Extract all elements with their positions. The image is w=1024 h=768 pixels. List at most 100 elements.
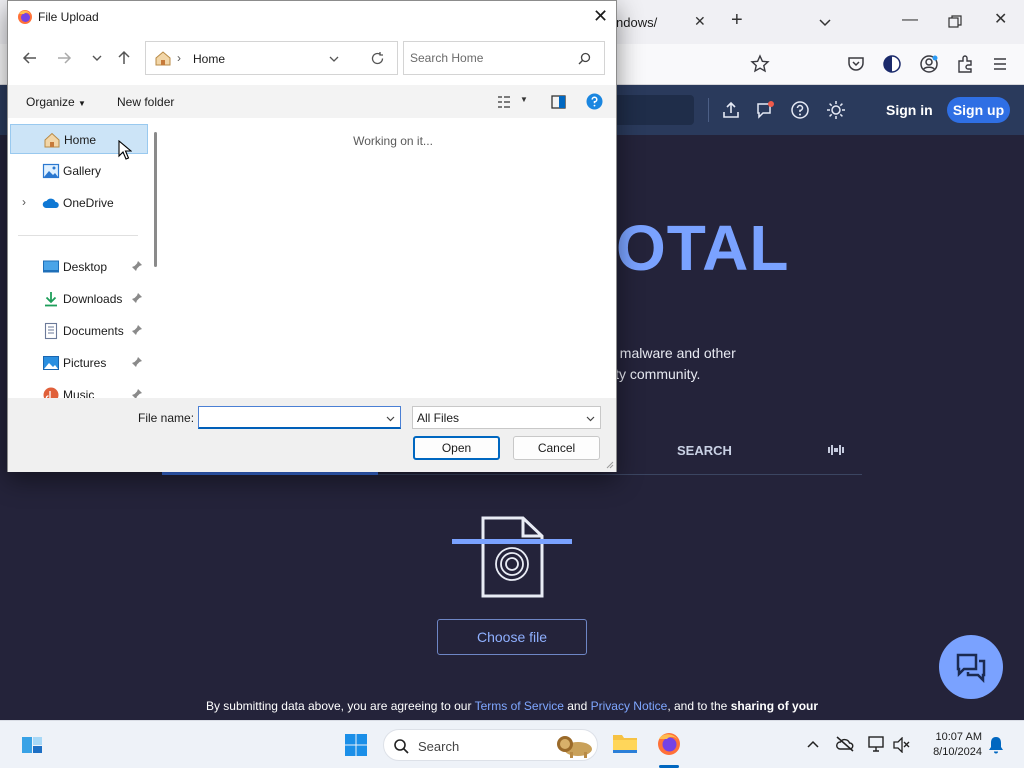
taskbar-search[interactable]: Search	[383, 729, 598, 761]
brand-logo-text: OTAL	[616, 212, 790, 284]
chat-support-button[interactable]	[939, 635, 1003, 699]
address-bar[interactable]: › Home	[145, 41, 398, 75]
back-arrow-icon[interactable]	[21, 49, 39, 67]
firefox-taskbar-icon[interactable]	[656, 731, 682, 757]
nav-item-pictures[interactable]: Pictures	[10, 348, 148, 378]
organize-menu[interactable]: Organize ▼	[26, 95, 86, 109]
nav-item-downloads[interactable]: Downloads	[10, 284, 148, 314]
search-icon	[394, 739, 409, 754]
command-bar: Organize ▼ New folder ▼	[8, 85, 616, 118]
dialog-title: File Upload	[38, 10, 99, 24]
disclaimer-text: and	[563, 699, 591, 713]
new-tab-icon[interactable]: +	[731, 10, 743, 30]
clock-time: 10:07 AM	[935, 731, 982, 743]
file-list-pane[interactable]: Working on it...	[164, 118, 616, 398]
search-field[interactable]	[403, 41, 605, 75]
voice-search-icon[interactable]	[826, 440, 846, 460]
new-folder-button[interactable]: New folder	[117, 95, 174, 109]
pictures-icon	[43, 356, 59, 370]
start-windows-icon[interactable]	[344, 733, 368, 757]
nav-item-documents[interactable]: Documents	[10, 316, 148, 346]
refresh-icon[interactable]	[370, 51, 385, 66]
pin-icon[interactable]	[131, 324, 143, 336]
show-hidden-icons-chevron-icon[interactable]	[806, 738, 820, 750]
nav-scrollbar[interactable]	[154, 132, 157, 267]
account-icon[interactable]	[919, 54, 939, 74]
address-dropdown-icon[interactable]	[328, 53, 340, 65]
nav-divider	[18, 235, 138, 236]
minimize-icon[interactable]: —	[902, 10, 918, 30]
firefox-icon	[18, 10, 32, 24]
pin-icon[interactable]	[131, 260, 143, 272]
nav-item-label: Downloads	[63, 292, 123, 306]
network-icon[interactable]	[868, 735, 886, 753]
notification-bell-icon[interactable]	[988, 736, 1004, 754]
forward-arrow-icon[interactable]	[55, 49, 73, 67]
search-input[interactable]	[410, 50, 570, 66]
preview-pane-icon[interactable]	[551, 95, 566, 109]
breadcrumb-separator-icon: ›	[177, 51, 181, 65]
window-close-icon[interactable]: ✕	[994, 10, 1007, 30]
widgets-icon[interactable]	[20, 733, 44, 757]
file-type-select[interactable]: All Files	[412, 406, 601, 429]
help-icon[interactable]	[790, 100, 810, 120]
nav-item-label: Home	[64, 133, 97, 147]
expand-chevron-icon[interactable]: ›	[22, 195, 26, 209]
system-clock[interactable]: 10:07 AM 8/10/2024	[922, 730, 982, 760]
extensions-icon[interactable]	[955, 54, 975, 74]
sign-in-link[interactable]: Sign in	[886, 102, 933, 118]
file-type-dropdown-icon[interactable]	[585, 413, 596, 424]
clock-date: 8/10/2024	[933, 746, 982, 758]
nav-item-gallery[interactable]: Gallery	[10, 156, 148, 186]
up-arrow-icon[interactable]	[115, 49, 133, 67]
search-highlight-lion-icon	[557, 736, 592, 758]
menu-icon[interactable]	[990, 54, 1010, 74]
resize-grip-icon[interactable]	[605, 460, 614, 469]
taskbar: Search 10:07 AM 8/10/2024	[0, 720, 1024, 768]
breadcrumb-home[interactable]: Home	[193, 52, 225, 66]
volume-muted-icon[interactable]	[893, 737, 911, 753]
file-type-value: All Files	[417, 411, 460, 425]
view-options-icon[interactable]	[497, 95, 511, 109]
upload-icon[interactable]	[721, 100, 741, 120]
contrast-extension-icon[interactable]	[882, 54, 902, 74]
file-name-combobox[interactable]	[198, 406, 401, 429]
nav-item-desktop[interactable]: Desktop	[10, 252, 148, 282]
pin-icon[interactable]	[131, 356, 143, 368]
home-icon	[44, 132, 60, 148]
restore-icon[interactable]	[948, 15, 962, 29]
tab-close-icon[interactable]: ✕	[694, 13, 706, 30]
onedrive-offline-icon[interactable]	[835, 735, 855, 753]
file-name-input[interactable]	[203, 410, 378, 426]
organize-chevron-icon: ▼	[78, 99, 86, 108]
help-icon[interactable]	[586, 93, 603, 110]
site-search-field[interactable]	[612, 95, 694, 125]
tab-list-icon[interactable]	[817, 14, 833, 30]
pin-icon[interactable]	[131, 292, 143, 304]
nav-item-music[interactable]: Music	[10, 380, 148, 398]
notifications-chat-icon[interactable]	[755, 100, 775, 120]
pocket-icon[interactable]	[846, 54, 866, 74]
file-name-dropdown-icon[interactable]	[385, 413, 396, 424]
theme-sun-icon[interactable]	[826, 100, 846, 120]
tab-title[interactable]: ndows/	[616, 15, 657, 30]
nav-item-label: OneDrive	[63, 196, 114, 210]
navigation-pane: Home Gallery › OneDrive Desktop Download…	[8, 118, 164, 398]
pin-icon[interactable]	[131, 388, 143, 398]
fingerprint-file-icon	[452, 516, 572, 598]
dialog-titlebar[interactable]: File Upload ✕	[8, 1, 616, 32]
tab-search[interactable]: SEARCH	[677, 443, 732, 458]
file-explorer-icon[interactable]	[612, 731, 638, 755]
privacy-notice-link[interactable]: Privacy Notice	[591, 699, 668, 713]
cancel-button[interactable]: Cancel	[513, 436, 600, 460]
nav-item-onedrive[interactable]: › OneDrive	[10, 188, 148, 218]
open-button[interactable]: Open	[413, 436, 500, 460]
terms-of-service-link[interactable]: Terms of Service	[475, 699, 564, 713]
choose-file-button[interactable]: Choose file	[437, 619, 587, 655]
dialog-close-icon[interactable]: ✕	[593, 5, 608, 27]
bookmark-star-icon[interactable]	[750, 54, 770, 74]
sign-up-button[interactable]: Sign up	[947, 97, 1010, 123]
view-dropdown-icon[interactable]: ▼	[520, 95, 528, 104]
desktop-icon	[43, 260, 59, 273]
recent-locations-chevron-icon[interactable]	[88, 49, 106, 67]
